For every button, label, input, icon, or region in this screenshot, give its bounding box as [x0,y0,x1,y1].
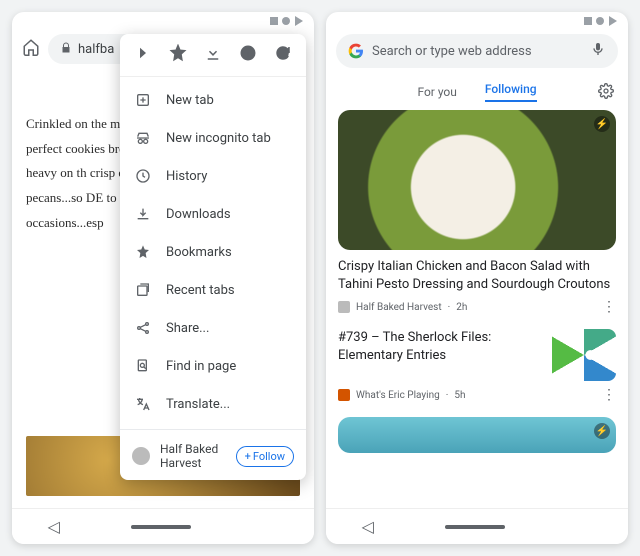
menu-label: History [166,169,207,184]
menu-label: Find in page [166,359,236,374]
status-triangle-icon [609,16,617,26]
card2-thumb [552,329,616,381]
tab-for-you[interactable]: For you [417,85,456,99]
star-icon[interactable] [169,44,187,66]
menu-item-bookmarks[interactable]: Bookmarks [120,233,306,271]
search-bar[interactable]: Search or type web address [336,34,618,68]
bolt-badge-icon: ⚡ [594,423,610,439]
site-favicon-icon [132,447,150,465]
menu-label: New incognito tab [166,131,271,146]
status-bar [326,12,628,30]
menu-site-row: Half Baked Harvest + Follow [120,432,306,480]
card1-meta: Half Baked Harvest · 2h ⋮ [338,299,616,315]
card1-time: 2h [456,302,467,313]
card2-source: What's Eric Playing [356,390,440,401]
menu-item-find-in-page[interactable]: Find in page [120,347,306,385]
find-icon [134,357,152,375]
status-circle-icon [596,17,604,25]
nav-home-pill[interactable] [131,525,191,529]
translate-icon [134,395,152,413]
card2-source-icon [338,389,350,401]
incognito-icon [134,129,152,147]
status-bar [12,12,314,30]
search-placeholder: Search or type web address [372,44,582,59]
menu-item-history[interactable]: History [120,157,306,195]
overflow-menu: New tab New incognito tab History Downlo… [120,34,306,480]
menu-label: Translate... [166,397,230,412]
card1-source-icon [338,301,350,313]
plus-icon: + [245,450,251,463]
system-nav-bar: ◁ [326,508,628,544]
follow-button[interactable]: + Follow [236,446,294,467]
menu-item-recent-tabs[interactable]: Recent tabs [120,271,306,309]
card2-time: 5h [454,390,465,401]
mic-icon[interactable] [590,41,606,61]
menu-label: Recent tabs [166,283,235,298]
menu-label: Share... [166,321,209,336]
feed[interactable]: ⚡ Crispy Italian Chicken and Bacon Salad… [326,110,628,544]
card1-source: Half Baked Harvest [356,302,442,313]
status-triangle-icon [295,16,303,26]
menu-label: Downloads [166,207,231,222]
lock-icon [60,42,72,57]
star-filled-icon [134,243,152,261]
card1-title[interactable]: Crispy Italian Chicken and Bacon Salad w… [338,258,616,293]
menu-list: New tab New incognito tab History Downlo… [120,77,306,427]
card1-image[interactable]: ⚡ [338,110,616,250]
phone-right: Search or type web address For you Follo… [326,12,628,544]
url-text: halfba [78,42,114,57]
menu-item-incognito[interactable]: New incognito tab [120,119,306,157]
menu-divider [120,429,306,430]
menu-label: New tab [166,93,214,108]
meta-separator: · [446,390,449,401]
tab-following[interactable]: Following [485,82,537,102]
plus-box-icon [134,91,152,109]
feed-settings-icon[interactable] [598,83,614,102]
bolt-badge-icon: ⚡ [594,116,610,132]
nav-back-icon[interactable]: ◁ [362,517,374,536]
card2-more-icon[interactable]: ⋮ [602,387,616,403]
menu-item-translate[interactable]: Translate... [120,385,306,423]
download-icon[interactable] [204,44,222,66]
meta-separator: · [448,302,451,313]
home-icon[interactable] [22,38,40,61]
follow-label: Follow [253,450,285,463]
card2-title: #739 – The Sherlock Files: Elementary En… [338,329,542,364]
menu-item-share[interactable]: Share... [120,309,306,347]
menu-item-downloads[interactable]: Downloads [120,195,306,233]
status-square-icon [270,17,278,25]
reload-icon[interactable] [274,44,292,66]
history-icon [134,167,152,185]
share-icon [134,319,152,337]
nav-home-pill[interactable] [445,525,505,529]
menu-label: Bookmarks [166,245,232,260]
google-logo-icon [348,43,364,59]
menu-item-new-tab[interactable]: New tab [120,81,306,119]
card3-image[interactable]: ⚡ [338,417,616,453]
forward-icon[interactable] [134,44,152,66]
card1-more-icon[interactable]: ⋮ [602,299,616,315]
tabs-row: For you Following [326,76,628,110]
info-icon[interactable] [239,44,257,66]
check-icon [134,205,152,223]
phone-left: halfba — HALF HAR Crinkled on the middle… [12,12,314,544]
site-name: Half Baked Harvest [160,442,226,470]
nav-back-icon[interactable]: ◁ [48,517,60,536]
system-nav-bar: ◁ [12,508,314,544]
menu-top-actions [120,34,306,77]
status-square-icon [584,17,592,25]
card2-meta: What's Eric Playing · 5h ⋮ [338,387,616,403]
tabs-icon [134,281,152,299]
card2[interactable]: #739 – The Sherlock Files: Elementary En… [338,329,616,381]
status-circle-icon [282,17,290,25]
